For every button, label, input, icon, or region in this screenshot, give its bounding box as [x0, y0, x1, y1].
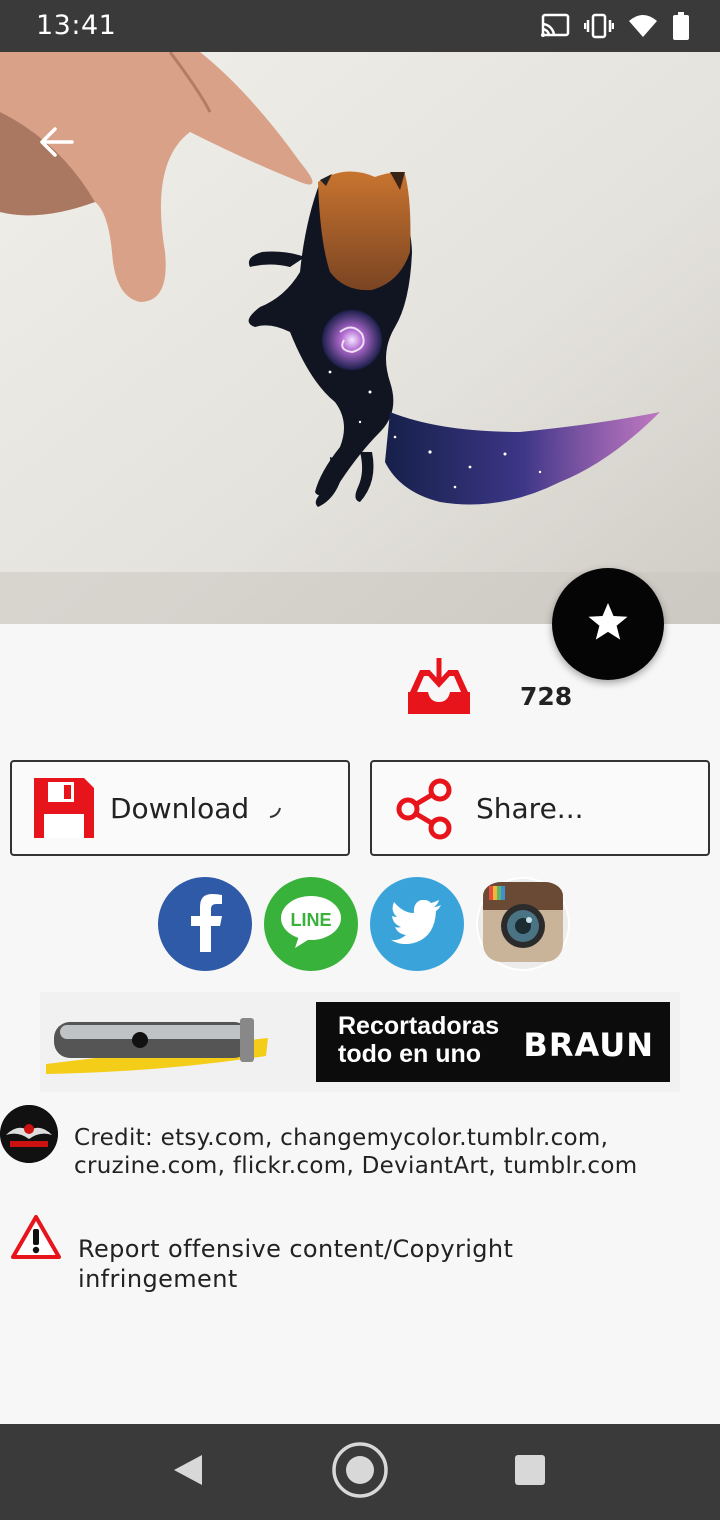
ad-content: Recortadoras todo en uno BRAUN [316, 1002, 670, 1082]
nav-recents-icon [514, 1454, 546, 1491]
nav-recents-button[interactable] [500, 1442, 560, 1502]
wallpaper-image[interactable] [0, 52, 720, 624]
star-icon [587, 602, 629, 647]
vibrate-icon [584, 13, 614, 39]
arrow-left-icon [38, 126, 74, 158]
download-label: Download [110, 792, 250, 825]
avatar [0, 1105, 58, 1163]
wifi-icon [628, 13, 658, 39]
download-button[interactable]: Download [10, 760, 350, 856]
share-icon [394, 778, 456, 845]
navigation-bar [0, 1424, 720, 1520]
ad-brand: BRAUN [523, 1026, 654, 1064]
nav-back-button[interactable] [158, 1442, 218, 1502]
instagram-button[interactable] [476, 877, 570, 971]
line-icon: LINE [277, 894, 345, 955]
cast-icon [540, 13, 570, 39]
twitter-button[interactable] [370, 877, 464, 971]
nav-back-icon [172, 1453, 204, 1492]
line-button[interactable]: LINE [264, 877, 358, 971]
status-time: 13:41 [36, 10, 117, 41]
status-bar: 13:41 [0, 0, 720, 52]
nav-home-icon [331, 1441, 389, 1504]
share-button[interactable]: Share... [370, 760, 710, 856]
loading-spinner [268, 806, 282, 825]
download-count: 728 [400, 656, 600, 720]
floppy-disk-icon [34, 778, 94, 843]
status-icons [540, 12, 690, 40]
line-logo-text: LINE [290, 910, 331, 930]
social-share-row: LINE [158, 877, 578, 973]
share-label: Share... [476, 792, 584, 825]
facebook-button[interactable] [158, 877, 252, 971]
nav-home-button[interactable] [330, 1441, 390, 1504]
report-link[interactable]: Report offensive content/Copyright infri… [78, 1234, 678, 1294]
back-button[interactable] [30, 116, 82, 168]
facebook-icon [185, 892, 225, 957]
ad-text: Recortadoras todo en uno [338, 1012, 500, 1068]
credit-text: Credit: etsy.com, changemycolor.tumblr.c… [74, 1125, 638, 1179]
warning-icon[interactable] [10, 1214, 62, 1265]
trimmer-image [46, 1018, 268, 1074]
download-tray-icon [406, 656, 472, 721]
ad-banner[interactable]: Recortadoras todo en uno BRAUN [40, 992, 680, 1092]
download-count-value: 728 [520, 682, 573, 711]
twitter-icon [391, 899, 443, 949]
battery-icon [672, 12, 690, 40]
instagram-icon [481, 880, 565, 969]
